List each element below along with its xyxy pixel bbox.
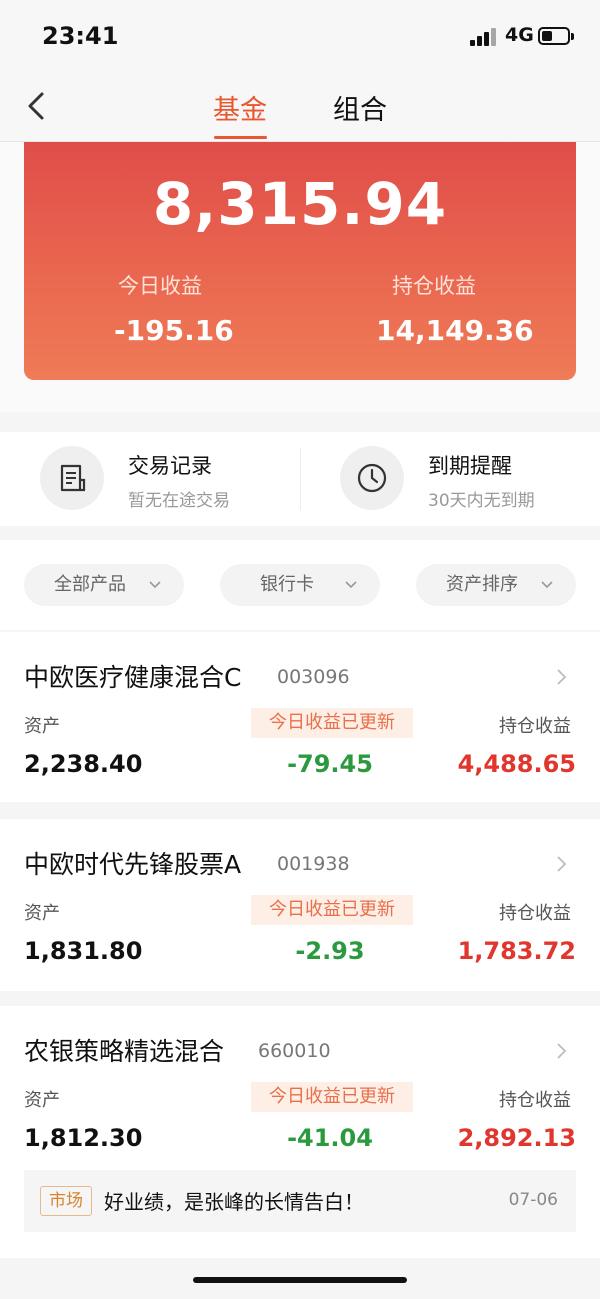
filter-label: 银行卡 xyxy=(260,574,314,595)
total-assets: 8,315.94 xyxy=(152,170,448,238)
holding-label: 持仓收益 xyxy=(499,903,571,924)
holding-earnings-value: 14,149.36 xyxy=(376,314,534,347)
market-tag: 市场 xyxy=(40,1186,92,1216)
holding-label: 持仓收益 xyxy=(499,1090,571,1111)
status-bar: 23:41 4G xyxy=(0,0,600,72)
back-icon[interactable] xyxy=(22,91,52,121)
maturity-reminder-button[interactable] xyxy=(340,446,404,510)
fund-card[interactable]: 农银策略精选混合 660010 资产 今日收益已更新 持仓收益 1,812.30… xyxy=(0,1006,600,1258)
filter-all-products[interactable]: 全部产品 xyxy=(24,564,184,606)
today-earnings: -2.93 xyxy=(295,937,365,965)
fund-name: 中欧时代先锋股票A xyxy=(24,850,242,879)
holding-earnings: 4,488.65 xyxy=(457,750,576,778)
asset-label: 资产 xyxy=(24,1090,60,1111)
filter-bank-card[interactable]: 银行卡 xyxy=(220,564,380,606)
fund-card[interactable]: 中欧时代先锋股票A 001938 资产 今日收益已更新 持仓收益 1,831.8… xyxy=(0,819,600,991)
top-nav: 基金 组合 xyxy=(0,72,600,142)
fund-name: 农银策略精选混合 xyxy=(24,1037,225,1066)
home-indicator xyxy=(193,1277,407,1283)
holding-earnings-label: 持仓收益 xyxy=(392,274,476,298)
filter-label: 资产排序 xyxy=(446,574,518,595)
tab-fund[interactable]: 基金 xyxy=(213,88,267,127)
fund-code: 001938 xyxy=(277,853,350,875)
filter-bar: 全部产品 银行卡 资产排序 xyxy=(0,540,600,630)
summary-card: 8,315.94 今日收益 持仓收益 -195.16 14,149.36 xyxy=(24,142,576,380)
filter-label: 全部产品 xyxy=(54,574,126,595)
filter-asset-sort[interactable]: 资产排序 xyxy=(416,564,576,606)
transaction-record-title[interactable]: 交易记录 xyxy=(128,450,212,480)
today-updated-badge: 今日收益已更新 xyxy=(251,1082,413,1112)
chevron-down-icon xyxy=(149,581,161,589)
chevron-right-icon xyxy=(557,1043,567,1059)
fund-code: 003096 xyxy=(277,666,350,688)
clock-icon xyxy=(357,463,387,493)
asset-value: 1,831.80 xyxy=(24,937,143,965)
status-time: 23:41 xyxy=(42,22,119,50)
market-news-banner[interactable]: 市场 好业绩，是张峰的长情告白！ 07-06 xyxy=(24,1170,576,1232)
quick-actions: 交易记录 暂无在途交易 到期提醒 30天内无到期 xyxy=(0,432,600,526)
battery-icon xyxy=(538,27,574,45)
chevron-right-icon xyxy=(557,669,567,685)
today-earnings: -79.45 xyxy=(287,750,373,778)
transaction-record-button[interactable] xyxy=(40,446,104,510)
divider xyxy=(300,448,301,510)
today-earnings-label: 今日收益 xyxy=(118,274,202,298)
today-earnings-value: -195.16 xyxy=(114,314,234,347)
fund-name: 中欧医疗健康混合C xyxy=(24,663,242,692)
today-updated-badge: 今日收益已更新 xyxy=(251,708,413,738)
asset-value: 1,812.30 xyxy=(24,1124,143,1152)
asset-label: 资产 xyxy=(24,903,60,924)
network-label: 4G xyxy=(505,24,534,46)
chevron-down-icon xyxy=(541,581,553,589)
maturity-reminder-subtitle: 30天内无到期 xyxy=(428,491,535,511)
today-updated-badge: 今日收益已更新 xyxy=(251,895,413,925)
fund-code: 660010 xyxy=(258,1040,331,1062)
asset-label: 资产 xyxy=(24,716,60,737)
tab-portfolio[interactable]: 组合 xyxy=(333,88,387,127)
news-date: 07-06 xyxy=(508,1190,558,1210)
transaction-record-subtitle: 暂无在途交易 xyxy=(128,491,230,511)
today-earnings: -41.04 xyxy=(287,1124,373,1152)
holding-earnings: 2,892.13 xyxy=(457,1124,576,1152)
asset-value: 2,238.40 xyxy=(24,750,143,778)
active-tab-indicator xyxy=(214,136,267,139)
maturity-reminder-title[interactable]: 到期提醒 xyxy=(428,450,512,480)
signal-icon xyxy=(470,28,498,46)
holding-earnings: 1,783.72 xyxy=(457,937,576,965)
chevron-down-icon xyxy=(345,581,357,589)
news-headline: 好业绩，是张峰的长情告白！ xyxy=(104,1190,364,1214)
chevron-right-icon xyxy=(557,856,567,872)
fund-card[interactable]: 中欧医疗健康混合C 003096 资产 今日收益已更新 持仓收益 2,238.4… xyxy=(0,632,600,802)
receipt-icon xyxy=(60,464,86,492)
holding-label: 持仓收益 xyxy=(499,716,571,737)
